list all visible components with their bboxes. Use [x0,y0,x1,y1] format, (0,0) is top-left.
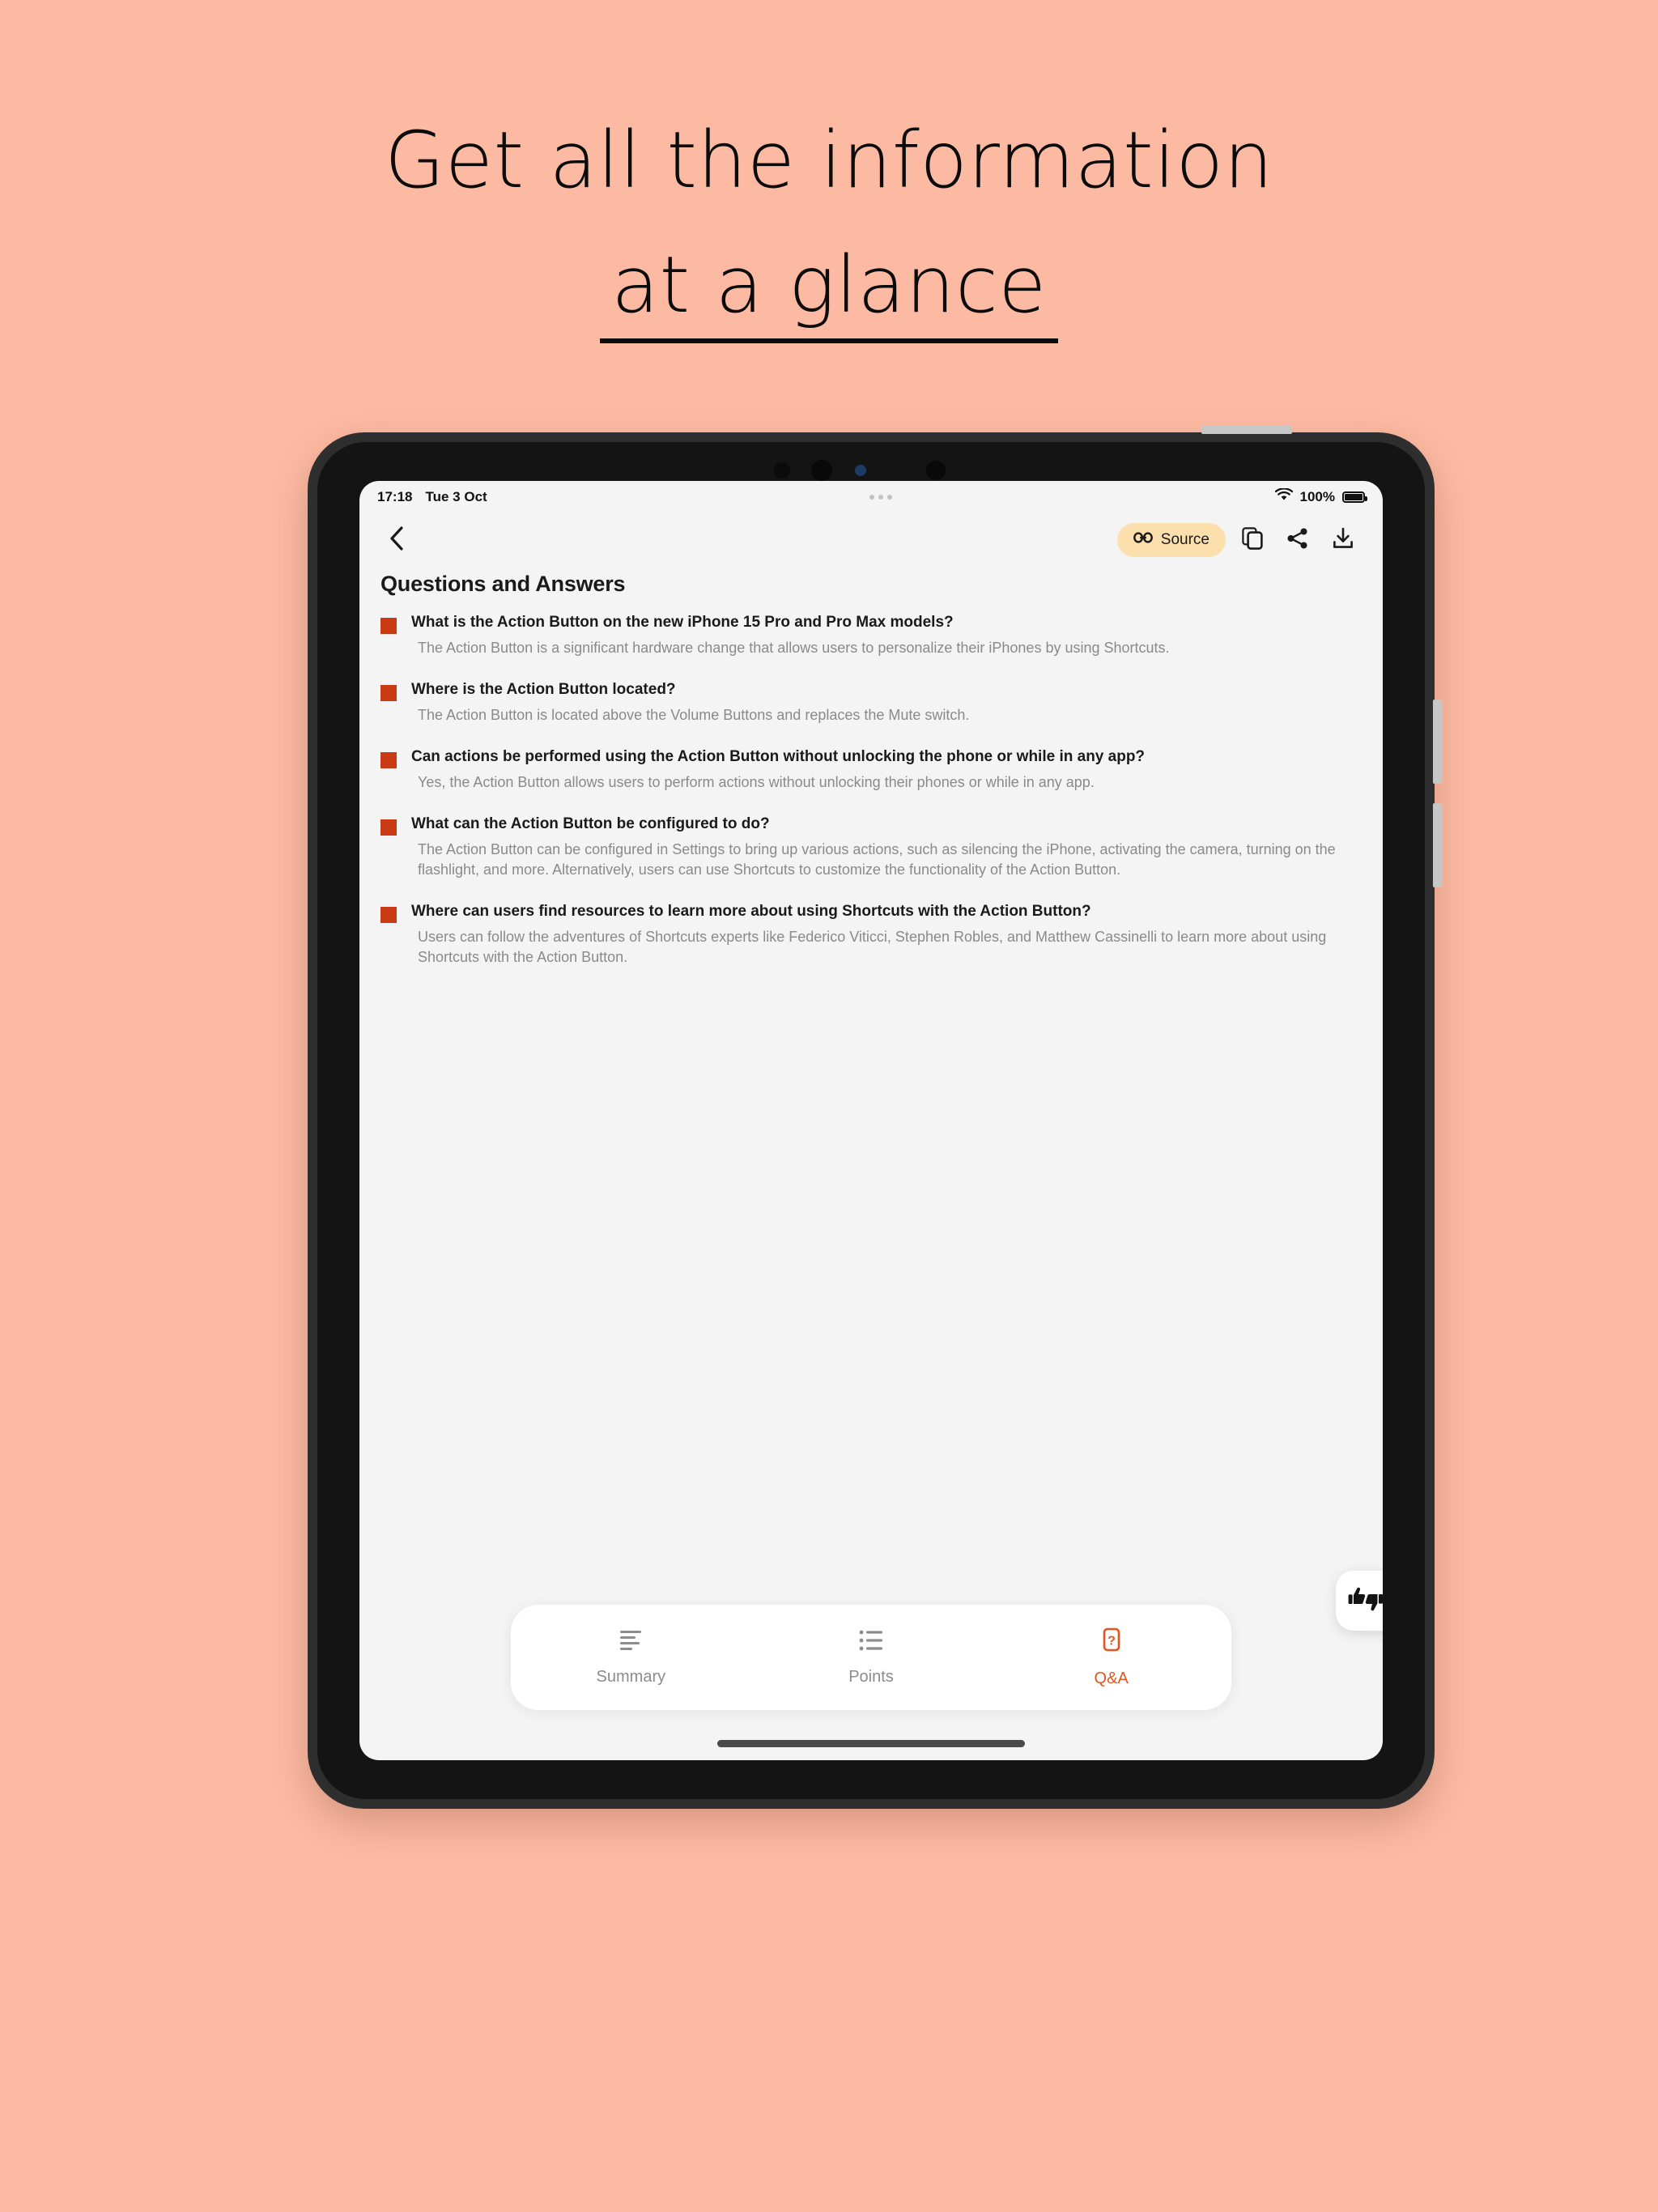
status-bar: 17:18 Tue 3 Oct 100% [359,481,1383,513]
share-icon [1286,527,1309,554]
qa-item: Where is the Action Button located? The … [380,679,1362,725]
sensor-dot-2 [926,461,946,480]
qa-question: Can actions be performed using the Actio… [411,748,1146,765]
thumbs-up-down-icon [1347,1585,1383,1617]
status-bar-center-dots [487,495,1275,500]
qa-body: What is the Action Button on the new iPh… [411,612,1362,658]
sensor-dot-blue [855,465,866,476]
page-title: Questions and Answers [380,572,626,596]
qa-body: Where is the Action Button located? The … [411,679,1362,725]
camera-sensor-cluster [774,460,968,481]
list-icon [857,1628,885,1657]
tab-points-label: Points [848,1668,894,1686]
headline-line-2-wrapper: at a glance [0,240,1658,343]
qa-question: What is the Action Button on the new iPh… [411,614,954,631]
dot-2 [878,495,884,500]
dot-3 [887,495,893,500]
tab-qa[interactable]: ? Q&A [991,1627,1231,1688]
qa-bullet-icon [380,618,397,634]
qa-body: What can the Action Button be configured… [411,814,1362,880]
status-bar-right: 100% [1274,487,1367,506]
qa-bullet-icon [380,752,397,768]
dot-1 [869,495,875,500]
app-toolbar: Source [359,513,1383,567]
link-icon [1133,531,1153,549]
headline-line-2: at a glance [600,240,1058,343]
share-button[interactable] [1279,521,1316,559]
qa-question: Where can users find resources to learn … [411,903,1091,920]
qa-body: Where can users find resources to learn … [411,901,1362,968]
qa-bullet-icon [380,819,397,836]
svg-text:?: ? [1107,1635,1116,1648]
tab-summary-label: Summary [596,1668,666,1686]
power-button[interactable] [1201,425,1292,434]
status-time: 17:18 [377,489,413,504]
tablet-screen: 17:18 Tue 3 Oct 100% Source Questions an… [359,481,1383,1760]
volume-down-button[interactable] [1433,803,1442,887]
qa-bullet-icon [380,685,397,701]
tablet-device-frame: 17:18 Tue 3 Oct 100% Source Questions an… [308,425,1442,1809]
sensor-dot-small [892,468,897,473]
headline-line-1: Get all the information [385,115,1273,206]
front-camera-icon [811,460,832,481]
qa-item: What is the Action Button on the new iPh… [380,612,1362,658]
volume-up-button[interactable] [1433,700,1442,784]
qa-item: What can the Action Button be configured… [380,814,1362,880]
source-button[interactable]: Source [1116,523,1226,557]
wifi-icon [1274,487,1293,506]
bottom-tab-bar: Summary Points ? Q&A [511,1605,1231,1710]
tab-points[interactable]: Points [751,1628,992,1687]
copy-icon [1242,526,1263,554]
qa-answer: Users can follow the adventures of Short… [418,929,1327,965]
copy-button[interactable] [1234,521,1271,559]
status-date: Tue 3 Oct [425,489,487,504]
qa-question: What can the Action Button be configured… [411,815,770,832]
text-align-icon [617,1628,644,1657]
qa-item: Where can users find resources to learn … [380,901,1362,968]
question-box-icon: ? [1098,1627,1125,1658]
tab-summary[interactable]: Summary [511,1628,751,1687]
qa-answer: The Action Button is a significant hardw… [418,640,1170,656]
sensor-dot-1 [774,462,790,479]
back-button[interactable] [380,524,413,556]
qa-list: What is the Action Button on the new iPh… [359,612,1383,989]
qa-question: Where is the Action Button located? [411,681,676,698]
qa-answer: The Action Button can be configured in S… [418,841,1336,878]
tablet-bezel: 17:18 Tue 3 Oct 100% Source Questions an… [317,442,1425,1799]
source-button-label: Source [1160,531,1209,548]
feedback-button[interactable] [1336,1571,1383,1631]
download-icon [1332,527,1354,554]
promo-headline: Get all the information at a glance [0,115,1658,343]
qa-bullet-icon [380,907,397,923]
qa-item: Can actions be performed using the Actio… [380,747,1362,793]
home-indicator[interactable] [717,1740,1025,1747]
battery-percent-label: 100% [1299,489,1335,504]
download-button[interactable] [1324,521,1362,559]
qa-body: Can actions be performed using the Actio… [411,747,1362,793]
battery-icon [1342,491,1367,503]
qa-answer: Yes, the Action Button allows users to p… [418,774,1095,790]
chevron-left-icon [389,525,404,555]
status-bar-left: 17:18 Tue 3 Oct [377,489,487,505]
tab-qa-label: Q&A [1094,1670,1129,1687]
qa-answer: The Action Button is located above the V… [418,707,970,723]
